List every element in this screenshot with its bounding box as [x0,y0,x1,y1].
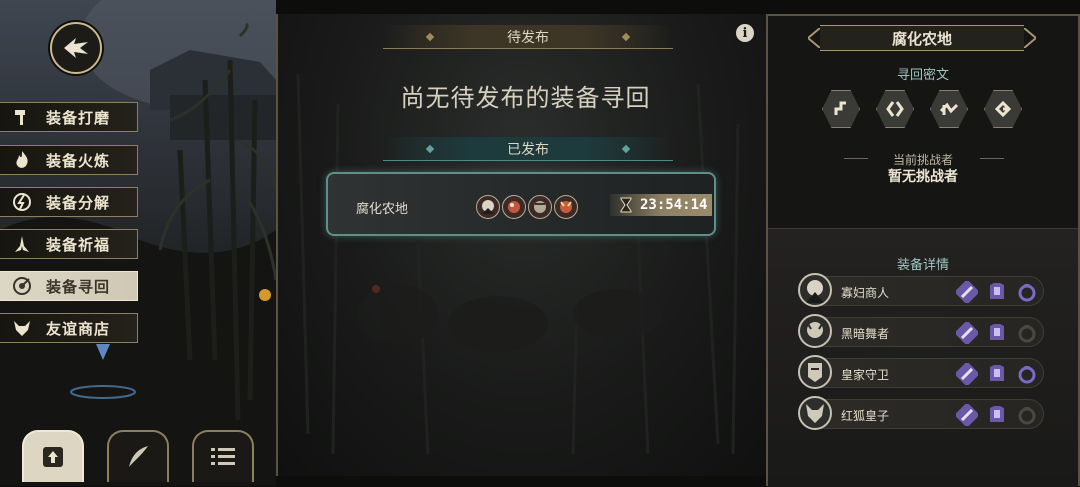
upload-tab-button[interactable] [22,430,84,482]
diamond-ornament-icon [621,144,631,153]
character-avatar-icon [476,195,500,219]
diamond-ornament-icon [425,144,435,153]
quest-detail-panel: 腐化农地 寻回密文 当前挑战者 暂无挑战者 装备详情 寡妇商人 黑暗舞者 皇家守… [766,14,1080,487]
character-avatar-icon [502,195,526,219]
gear-row[interactable]: 黑暗舞者 [798,314,1044,348]
runes-label: 寻回密文 [896,68,949,83]
menu-item-disassemble[interactable]: 装备分解 [0,187,138,217]
rune-glyph-3-icon [939,102,959,115]
menu-item-polish[interactable]: 装备打磨 [0,102,138,132]
menu-item-label: 装备寻回 [46,277,111,296]
character-avatar-icon [554,195,578,219]
info-icon[interactable]: i [736,24,754,42]
gear-details-label: 装备详情 [896,258,949,273]
list-tab-button[interactable] [192,430,254,482]
character-portrait-icon [798,273,832,307]
weapon-slot-icon[interactable] [955,280,979,304]
menu-item-bless[interactable]: 装备祈福 [0,229,138,259]
challenger-value: 暂无挑战者 [888,169,958,185]
rune-slot-3[interactable] [930,90,968,128]
character-name: 红狐皇子 [841,409,890,423]
list-icon [211,448,235,465]
pending-header-label: 待发布 [507,29,549,46]
gear-row[interactable]: 寡妇商人 [798,273,1044,307]
character-avatar-icon [528,195,552,219]
hourglass-icon [620,197,632,213]
weapon-slot-icon[interactable] [955,321,979,345]
armor-slot-icon[interactable] [985,403,1009,427]
area-title: 腐化农地 [808,25,1036,51]
character-portrait-icon [798,355,832,389]
feather-tab-button[interactable] [107,430,169,482]
right-ornament-icon [1024,28,1036,48]
upload-icon [43,447,63,467]
armor-slot-icon[interactable] [985,362,1009,386]
quest-timer: 23:54:14 [610,194,712,216]
character-portrait-icon [798,396,832,430]
back-button[interactable] [50,22,102,74]
ring-slot-icon[interactable] [1015,362,1039,386]
rune-slot-4[interactable] [984,90,1022,128]
rune-glyph-4-icon [994,100,1012,118]
quest-area-name: 腐化农地 [356,202,409,217]
character-name: 黑暗舞者 [841,327,890,341]
pending-header: 待发布 [383,25,673,49]
fox-icon [10,317,34,339]
menu-item-label: 友谊商店 [46,319,111,338]
menu-item-label: 装备分解 [46,193,111,212]
armor-slot-icon[interactable] [985,321,1009,345]
rune-slot-1[interactable] [822,90,860,128]
rune-glyph-2-icon [886,101,904,117]
rune-glyph-1-icon [834,101,846,115]
ring-slot-empty-icon[interactable] [1015,321,1039,345]
armor-slot-icon[interactable] [985,280,1009,304]
menu-item-forge[interactable]: 装备火炼 [0,145,138,175]
weapon-slot-icon[interactable] [955,403,979,427]
quest-timer-text: 23:54:14 [640,197,708,213]
quest-board-panel: 待发布 i 尚无待发布的装备寻回 已发布 腐化农地 23:54:14 [276,14,767,476]
hands-icon [10,233,34,255]
published-header: 已发布 [383,137,673,161]
character-name: 皇家守卫 [841,368,890,382]
ring-slot-empty-icon[interactable] [1015,403,1039,427]
published-quest-card[interactable]: 腐化农地 23:54:14 [326,172,716,236]
area-title-text: 腐化农地 [891,29,952,48]
gear-row[interactable]: 皇家守卫 [798,355,1044,389]
ring-slot-icon[interactable] [1015,280,1039,304]
target-icon [10,275,34,297]
feather-icon [129,446,148,467]
diamond-ornament-icon [425,32,435,41]
published-header-label: 已发布 [507,141,549,158]
menu-item-retrieve[interactable]: 装备寻回 [0,271,138,301]
back-arrow-icon [64,38,88,58]
menu-item-label: 装备打磨 [46,108,111,127]
rune-slot-2[interactable] [876,90,914,128]
empty-pending-message: 尚无待发布的装备寻回 [400,84,651,112]
menu-item-label: 装备火炼 [46,151,111,170]
menu-item-friendship-shop[interactable]: 友谊商店 [0,313,138,343]
left-ornament-icon [808,28,820,48]
split-icon [10,191,34,213]
left-panel: 装备打磨 装备火炼 装备分解 装备祈福 装备寻回 友谊商店 [0,0,276,486]
menu-item-label: 装备祈福 [46,235,111,254]
character-name: 寡妇商人 [841,286,890,300]
hammer-icon [10,106,34,128]
weapon-slot-icon[interactable] [955,362,979,386]
diamond-ornament-icon [621,32,631,41]
gear-row[interactable]: 红狐皇子 [798,396,1044,430]
character-portrait-icon [798,314,832,348]
flame-icon [10,149,34,171]
